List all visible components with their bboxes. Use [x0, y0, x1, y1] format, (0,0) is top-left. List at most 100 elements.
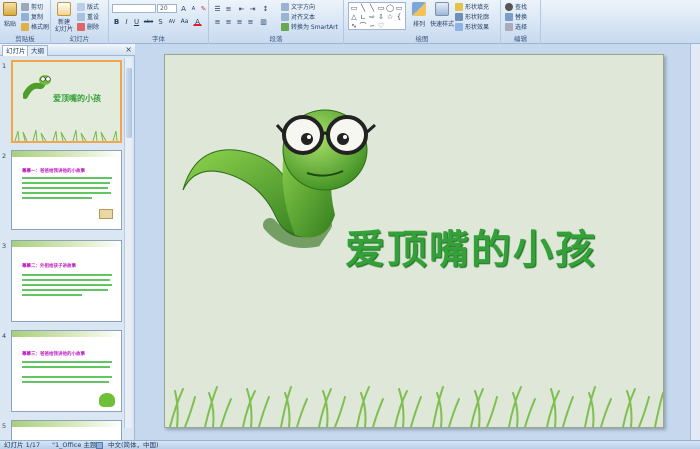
shape-arrow[interactable]: ⇨ [368, 13, 376, 21]
paste-button[interactable]: 粘贴 [3, 2, 17, 28]
editing-group: 查找 替换 选择 编辑 [501, 0, 541, 44]
status-language[interactable]: 中文(简体，中国) [108, 441, 159, 449]
slide-thumb-3[interactable]: 幕幕二：外祖给孩子讲故事 [11, 240, 122, 322]
align-text-button[interactable]: 对齐文本 [281, 12, 315, 21]
delete-slide-button[interactable]: 删除 [77, 22, 99, 31]
slide-thumb-1[interactable]: 爱顶嘴的小孩 [11, 60, 122, 143]
align-right-button[interactable]: ≡ [235, 17, 244, 26]
bullets-button[interactable]: ☰ [213, 4, 222, 13]
editing-group-label: 编辑 [514, 35, 527, 43]
spacing-button[interactable]: AV [166, 17, 178, 26]
layout-button[interactable]: 版式 [77, 2, 99, 11]
layout-label: 版式 [87, 4, 100, 11]
slide-number: 4 [2, 332, 7, 340]
shape-line[interactable]: ╲ [359, 4, 367, 12]
new-slide-button[interactable]: 新建 幻灯片 [55, 2, 73, 33]
bold-button[interactable]: B [112, 17, 121, 26]
strike-button[interactable]: abe [142, 17, 155, 26]
line-spacing-button[interactable]: ↕ [261, 4, 270, 13]
align-left-button[interactable]: ≡ [213, 17, 222, 26]
align-center-button[interactable]: ≡ [224, 17, 233, 26]
slide-thumb-2[interactable]: 幕幕一：爸爸给我讲他的小故事 [11, 150, 122, 230]
case-button[interactable]: Aa [179, 17, 190, 26]
pane-tabs: 幻灯片 大纲 × [0, 44, 135, 56]
slide-number: 1 [2, 62, 7, 70]
shrink-font-button[interactable]: A [189, 4, 198, 13]
thumb-text-line [22, 274, 112, 276]
text-direction-button[interactable]: 文字方向 [281, 2, 315, 11]
font-size-combo[interactable]: 20 [157, 4, 177, 13]
pane-scrollbar[interactable] [124, 58, 132, 428]
copy-label: 复制 [31, 14, 44, 21]
italic-button[interactable]: I [122, 17, 131, 26]
shape-rect2[interactable]: ▭ [377, 4, 385, 12]
drawing-group: ▭ ╲ ╲ ▭ ◯ ▭ △ ㄴ ⇨ ⇩ ☆ { ∿ ⌒ ∽ ♡ 排列 快速样式 … [344, 0, 501, 44]
shape-star[interactable]: ☆ [386, 13, 394, 21]
tab-outline[interactable]: 大纲 [27, 45, 48, 56]
format-painter-button[interactable]: 格式刷 [21, 22, 49, 31]
shape-oval[interactable]: ◯ [386, 4, 394, 12]
shape-brace[interactable]: { [395, 13, 403, 21]
increase-indent-button[interactable]: ⇥ [248, 4, 257, 13]
shape-triangle[interactable]: △ [350, 13, 358, 21]
paragraph-group-label: 段落 [269, 35, 283, 43]
pen-icon [455, 12, 463, 21]
shape-rect3[interactable]: ▭ [395, 4, 403, 12]
status-bar: 幻灯片 1/17 "1_Office 主题" 中文(简体，中国) [0, 440, 700, 449]
status-theme[interactable]: "1_Office 主题" [52, 441, 99, 449]
columns-button[interactable]: ▥ [259, 17, 268, 26]
grow-font-button[interactable]: A [179, 4, 188, 13]
replace-button[interactable]: 替换 [505, 12, 527, 21]
close-icon[interactable]: × [125, 45, 132, 54]
thumb-4-worm-icon [99, 393, 115, 407]
clear-format-button[interactable]: ✎ [199, 4, 208, 13]
spellcheck-icon[interactable] [96, 442, 103, 449]
arrange-icon [412, 2, 426, 16]
select-button[interactable]: 选择 [505, 22, 527, 31]
shape-arrow2[interactable]: ⇩ [377, 13, 385, 21]
text-direction-label: 文字方向 [291, 4, 316, 11]
decrease-indent-button[interactable]: ⇤ [237, 4, 246, 13]
shape-curve[interactable]: ∿ [350, 22, 358, 30]
slide-canvas[interactable]: 爱顶嘴的小孩 [164, 54, 664, 428]
slides-pane: 幻灯片 大纲 × 1 爱顶嘴的小孩 2 幕幕一：爸爸给我讲他的小故事 3 幕幕二… [0, 44, 135, 440]
numbering-button[interactable]: ≡ [224, 4, 233, 13]
pane-scroll-thumb[interactable] [126, 68, 132, 138]
shape-outline-button[interactable]: 形状轮廓 [455, 12, 489, 21]
smartart-button[interactable]: 转换为 SmartArt [281, 22, 338, 31]
shape-effects-label: 形状效果 [465, 24, 490, 31]
cut-button[interactable]: 剪切 [21, 2, 43, 11]
shape-wave[interactable]: ⌒ [359, 22, 367, 30]
shape-effects-button[interactable]: 形状效果 [455, 22, 489, 31]
delete-icon [77, 22, 85, 31]
shape-more[interactable]: ∽ [368, 22, 376, 30]
shape-rect[interactable]: ▭ [350, 4, 358, 12]
copy-icon [21, 12, 29, 21]
tab-slides[interactable]: 幻灯片 [2, 45, 30, 56]
shape-heart[interactable]: ♡ [377, 22, 385, 30]
main-scrollbar[interactable] [690, 44, 700, 440]
underline-button[interactable]: U [132, 17, 141, 26]
thumb-5-header-bar [12, 421, 121, 427]
shape-line2[interactable]: ╲ [368, 4, 376, 12]
find-button[interactable]: 查找 [505, 2, 527, 11]
quick-styles-button[interactable]: 快速样式 [430, 2, 454, 28]
shadow-button[interactable]: S [156, 17, 165, 26]
shapes-gallery[interactable]: ▭ ╲ ╲ ▭ ◯ ▭ △ ㄴ ⇨ ⇩ ☆ { ∿ ⌒ ∽ ♡ [348, 2, 406, 30]
slide-thumb-5[interactable] [11, 420, 122, 440]
justify-button[interactable]: ≡ [246, 17, 255, 26]
paste-label: 粘贴 [3, 21, 16, 28]
paste-icon [3, 2, 17, 16]
shape-fill-button[interactable]: 形状填充 [455, 2, 489, 11]
slide-thumb-4[interactable]: 幕幕三：爸爸给我讲他的小故事 [11, 330, 122, 412]
reset-button[interactable]: 重设 [77, 12, 99, 21]
copy-button[interactable]: 复制 [21, 12, 43, 21]
font-name-combo[interactable] [112, 4, 156, 13]
shape-angle[interactable]: ㄴ [359, 13, 367, 21]
delete-label: 删除 [87, 24, 100, 31]
thumb-text-line [22, 376, 112, 378]
font-color-button[interactable]: A [193, 17, 202, 26]
smartart-icon [281, 22, 289, 31]
slide-title[interactable]: 爱顶嘴的小孩 [345, 217, 597, 275]
arrange-button[interactable]: 排列 [412, 2, 426, 28]
